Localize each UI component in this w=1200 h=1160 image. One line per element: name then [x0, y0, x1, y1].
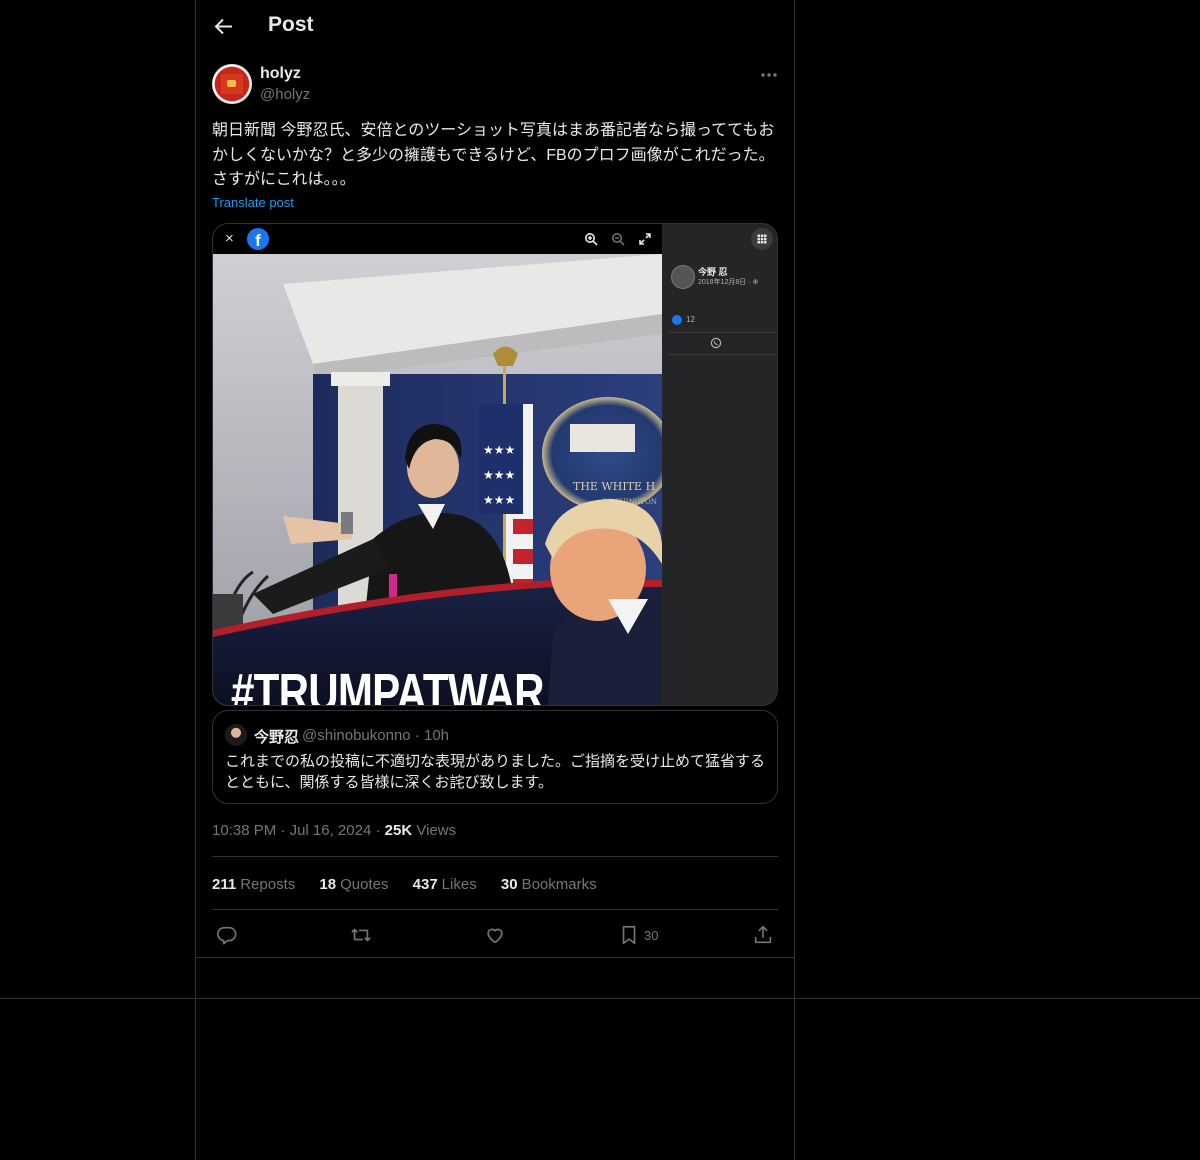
reposts-label: Reposts	[240, 876, 296, 893]
svg-text:★★★: ★★★	[483, 443, 515, 457]
divider	[212, 856, 778, 857]
grid-button[interactable]	[751, 228, 773, 250]
quotes-count: 18	[319, 876, 337, 893]
side-date: 2018年12月8日 · ⊕	[698, 279, 759, 286]
svg-text:★★★: ★★★	[483, 468, 515, 482]
side-likes: 12	[686, 315, 695, 324]
reposts-count: 211	[212, 876, 237, 893]
more-button[interactable]	[758, 64, 780, 86]
quote-author-name: 今野忍	[254, 729, 300, 746]
more-icon	[761, 73, 777, 77]
quote-author-handle: @shinobukonno · 10h	[302, 727, 449, 744]
main-column: Post holyz @holyz 朝日新聞 今野忍氏、安倍とのツーショット写真…	[195, 0, 795, 1160]
meta-separator: ·	[375, 822, 385, 839]
bookmark-icon	[622, 925, 636, 945]
author-name[interactable]: holyz	[260, 65, 301, 83]
like-icon	[672, 315, 682, 325]
page-title: Post	[268, 13, 314, 36]
translate-link[interactable]: Translate post	[212, 195, 294, 210]
facebook-icon: f	[247, 228, 269, 250]
trump-portrait	[545, 499, 662, 705]
grid-icon	[757, 234, 767, 244]
post-date[interactable]: Jul 16, 2024	[290, 822, 372, 839]
share-icon	[754, 925, 772, 944]
author-avatar[interactable]	[212, 64, 252, 104]
post-media[interactable]: × f THE WHITE H WASHINGTON ★★★ ★★★ ★★★ #…	[212, 223, 778, 706]
quote-text: これまでの私の投稿に不適切な表現がありました。ご指摘を受け止めて猛省するとともに…	[225, 753, 766, 791]
fullscreen-icon	[639, 233, 651, 245]
side-divider	[668, 354, 775, 355]
post-text: 朝日新聞 今野忍氏、安倍とのツーショット写真はまあ番記者なら撮っててもおかしくな…	[212, 122, 775, 188]
bookmark-count: 30	[644, 928, 659, 943]
reposts-stat[interactable]: 211 Reposts	[212, 876, 295, 893]
arrow-left-icon	[214, 18, 232, 35]
likes-count: 437	[412, 876, 438, 893]
post-meta: 10:38 PM · Jul 16, 2024 · 25K Views	[212, 822, 456, 839]
quoted-post[interactable]: 今野忍 @shinobukonno · 10h これまでの私の投稿に不適切な表現…	[212, 710, 778, 804]
divider	[212, 909, 778, 910]
fb-side-panel: 今野 忍 2018年12月8日 · ⊕ 12	[662, 224, 777, 705]
quotes-label: Quotes	[340, 876, 389, 893]
views-count: 25K	[384, 822, 413, 839]
like-icon	[487, 928, 503, 944]
back-button[interactable]	[212, 14, 236, 38]
repost-icon	[351, 928, 371, 942]
side-divider	[668, 332, 775, 333]
divider	[196, 957, 794, 958]
bookmark-button[interactable]: 30	[618, 924, 668, 948]
bookmarks-count: 30	[500, 876, 518, 893]
reply-icon	[217, 926, 237, 945]
post-stats: 211 Reposts 18 Quotes 437 Likes 30 Bookmarks	[212, 876, 617, 893]
close-icon: ×	[225, 230, 234, 247]
svg-text:★★★: ★★★	[483, 493, 515, 507]
author-handle[interactable]: @holyz	[260, 86, 310, 103]
seal-text: THE WHITE H	[573, 480, 655, 493]
hashtag-text: #TRUMPATWAR	[231, 663, 545, 705]
whatsapp-icon	[710, 337, 722, 349]
press-room-image: THE WHITE H WASHINGTON ★★★ ★★★ ★★★	[213, 254, 662, 705]
zoom-out-icon	[612, 233, 625, 246]
zoom-in-icon	[585, 233, 598, 246]
likes-stat[interactable]: 437 Likes	[413, 876, 477, 893]
page-header: Post	[196, 0, 794, 53]
trump-photo: THE WHITE H WASHINGTON ★★★ ★★★ ★★★ #TRUM…	[213, 254, 662, 705]
post-time[interactable]: 10:38 PM	[212, 822, 276, 839]
meta-separator: ·	[280, 822, 290, 839]
bookmarks-stat[interactable]: 30 Bookmarks	[501, 876, 597, 893]
side-avatar	[671, 265, 695, 289]
like-button[interactable]	[484, 924, 506, 948]
repost-button[interactable]	[350, 924, 372, 948]
likes-label: Likes	[441, 876, 477, 893]
reply-button[interactable]	[216, 924, 238, 948]
fb-viewer-bar: × f	[213, 224, 662, 254]
quotes-stat[interactable]: 18 Quotes	[319, 876, 388, 893]
bookmarks-label: Bookmarks	[521, 876, 597, 893]
views-label: Views	[416, 822, 457, 839]
quote-avatar	[225, 724, 247, 746]
share-button[interactable]	[752, 924, 774, 948]
